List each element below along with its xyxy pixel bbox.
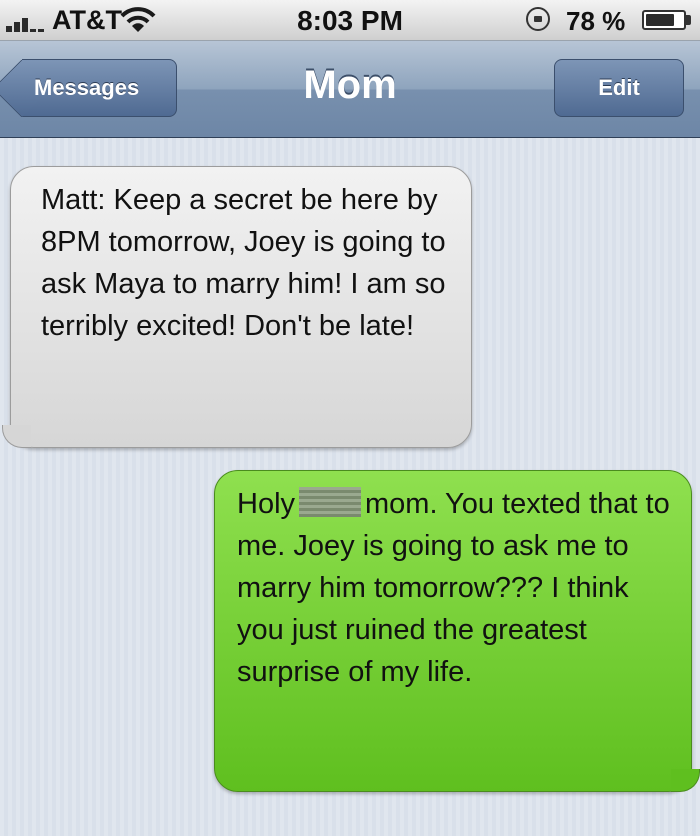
outgoing-message-text-end: mom. You texted that to me. Joey is goin… [237, 488, 670, 688]
navigation-bar: Messages Mom Edit [0, 41, 700, 138]
outgoing-message-text-start: Holy [237, 488, 296, 520]
edit-button[interactable]: Edit [554, 59, 684, 117]
messages-back-button[interactable]: Messages [22, 59, 177, 117]
outgoing-message-bubble[interactable]: Holy mom. You texted that to me. Joey is … [214, 470, 700, 792]
bubble-tail [671, 769, 700, 792]
status-bar: AT&T 8:03 PM 78 % [0, 0, 700, 41]
rotation-lock-icon [526, 7, 550, 31]
battery-icon [642, 10, 686, 30]
battery-percent: 78 % [566, 6, 626, 36]
censored-word [299, 487, 362, 517]
conversation-title: Mom [303, 63, 397, 107]
message-thread[interactable]: Matt: Keep a secret be here by 8PM tomor… [0, 138, 700, 836]
incoming-message-bubble[interactable]: Matt: Keep a secret be here by 8PM tomor… [2, 166, 472, 448]
bubble-tail [2, 425, 31, 448]
incoming-message-text: Matt: Keep a secret be here by 8PM tomor… [41, 184, 446, 342]
battery-tip [686, 15, 691, 25]
